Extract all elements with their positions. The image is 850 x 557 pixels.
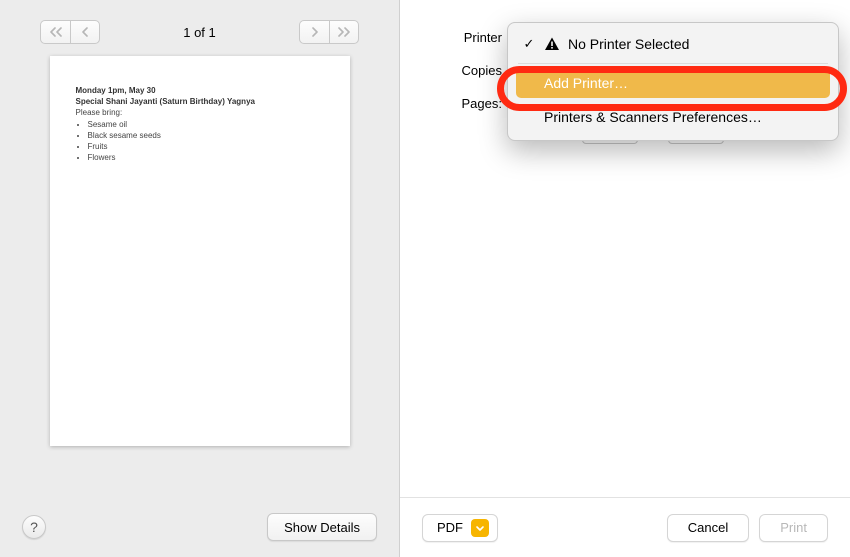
help-button[interactable]: ?: [22, 515, 46, 539]
warning-icon: [544, 36, 560, 52]
help-icon: ?: [30, 519, 38, 535]
pdf-label: PDF: [437, 520, 463, 535]
doc-line-2: Special Shani Jayanti (Saturn Birthday) …: [76, 97, 324, 108]
chevron-double-left-icon: [50, 27, 62, 37]
doc-item-list: Sesame oil Black sesame seeds Fruits Flo…: [88, 120, 324, 163]
pages-label: Pages:: [430, 96, 502, 111]
doc-line-1: Monday 1pm, May 30: [76, 86, 324, 97]
print-dialog: 1 of 1 Monday 1pm, May 30 Special Shani …: [0, 0, 850, 557]
printer-menu-add-label: Add Printer…: [544, 75, 628, 91]
preview-footer: ? Show Details: [0, 503, 399, 557]
print-button[interactable]: Print: [759, 514, 828, 542]
menu-separator: [518, 63, 828, 64]
doc-please-bring: Please bring:: [76, 108, 324, 119]
chevron-double-right-icon: [338, 27, 350, 37]
preview-panel: 1 of 1 Monday 1pm, May 30 Special Shani …: [0, 0, 400, 557]
chevron-down-icon: [471, 519, 489, 537]
doc-item: Black sesame seeds: [88, 131, 324, 142]
print-label: Print: [780, 520, 807, 535]
checkmark-icon: ✓: [522, 36, 536, 52]
printer-dropdown-menu: ✓ No Printer Selected Add Printer… Print…: [507, 22, 839, 141]
show-details-label: Show Details: [284, 520, 360, 535]
printer-label: Printer: [430, 30, 502, 45]
preview-header: 1 of 1: [0, 0, 399, 56]
last-page-button[interactable]: [329, 20, 359, 44]
page-preview-area: Monday 1pm, May 30 Special Shani Jayanti…: [0, 56, 399, 503]
show-details-button[interactable]: Show Details: [267, 513, 377, 541]
doc-item: Flowers: [88, 153, 324, 164]
cancel-button[interactable]: Cancel: [667, 514, 749, 542]
pdf-dropdown-button[interactable]: PDF: [422, 514, 498, 542]
next-page-group: [299, 20, 359, 44]
first-page-button[interactable]: [40, 20, 70, 44]
printer-menu-item-none[interactable]: ✓ No Printer Selected: [508, 29, 838, 59]
dialog-footer: PDF Cancel Print: [400, 497, 850, 557]
chevron-right-icon: [311, 27, 319, 37]
doc-item: Fruits: [88, 142, 324, 153]
next-page-button[interactable]: [299, 20, 329, 44]
printer-menu-item-prefs[interactable]: Printers & Scanners Preferences…: [508, 102, 838, 132]
doc-item: Sesame oil: [88, 120, 324, 131]
prev-page-group: [40, 20, 100, 44]
printer-menu-item-add[interactable]: Add Printer…: [516, 68, 830, 98]
chevron-left-icon: [81, 27, 89, 37]
cancel-label: Cancel: [688, 520, 728, 535]
page-preview: Monday 1pm, May 30 Special Shani Jayanti…: [50, 56, 350, 446]
copies-label: Copies: [430, 63, 502, 78]
printer-menu-none-label: No Printer Selected: [568, 36, 689, 52]
prev-page-button[interactable]: [70, 20, 100, 44]
printer-menu-prefs-label: Printers & Scanners Preferences…: [544, 109, 762, 125]
page-indicator: 1 of 1: [183, 25, 216, 40]
